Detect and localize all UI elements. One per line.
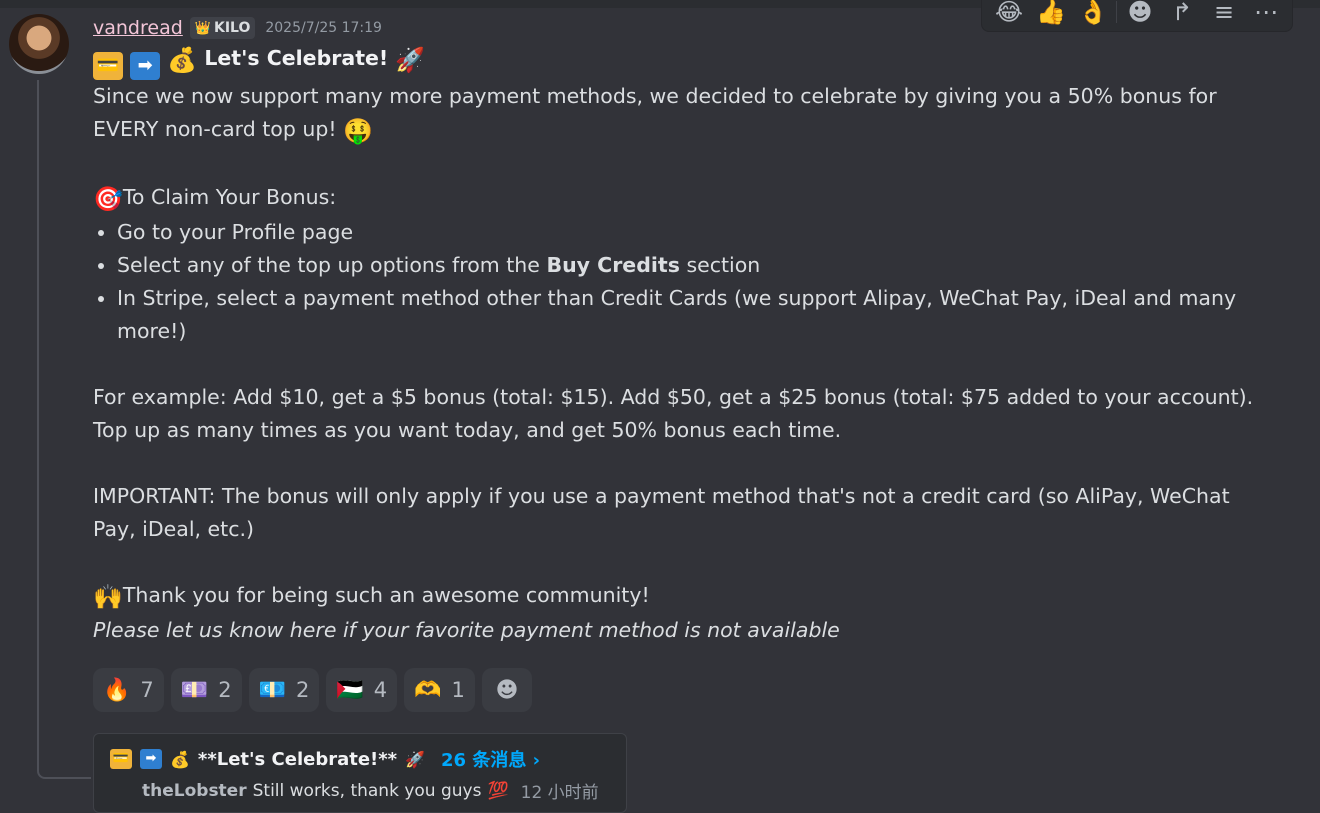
thread-last-time: 12 小时前 bbox=[520, 783, 599, 803]
thread-icon: ≡ bbox=[1213, 0, 1235, 26]
reaction-count: 2 bbox=[295, 678, 310, 702]
list-item: In Stripe, select a payment method other… bbox=[117, 282, 1273, 348]
step-bold-text: Buy Credits bbox=[546, 253, 680, 277]
money-mouth-emoji-icon: 🤑 bbox=[343, 117, 374, 145]
step-text: Select any of the top up options from th… bbox=[117, 253, 547, 277]
thread-connector-line bbox=[37, 80, 91, 779]
avatar[interactable] bbox=[9, 14, 69, 74]
reaction-flag[interactable]: 🇵🇸 4 bbox=[326, 668, 398, 712]
claim-heading-line: 🎯To Claim Your Bonus: bbox=[93, 181, 1273, 216]
example-paragraph: For example: Add $10, get a $5 bonus (to… bbox=[93, 385, 1254, 442]
add-reaction-icon: ☻ bbox=[1127, 0, 1153, 26]
pound-banknote-emoji-icon: 💷 bbox=[180, 677, 209, 703]
thread-preview[interactable]: 💳 ➡ 💰 **Let's Celebrate!** 🚀 26 条消息 › th… bbox=[93, 733, 627, 813]
claim-heading: To Claim Your Bonus: bbox=[122, 185, 337, 209]
reactions-bar: 🔥 7 💷 2 💶 2 🇵🇸 4 🫶 1 ☻ bbox=[93, 668, 532, 712]
thanks-text: Thank you for being such an awesome comm… bbox=[122, 583, 650, 607]
rocket-emoji-icon: 🚀 bbox=[405, 749, 425, 769]
reaction-count: 1 bbox=[451, 678, 465, 702]
reaction-euro[interactable]: 💶 2 bbox=[248, 668, 320, 712]
steps-list: Go to your Profile page Select any of th… bbox=[93, 216, 1273, 348]
list-item: Select any of the top up options from th… bbox=[117, 249, 1273, 282]
ok-hand-emoji-icon: 👌 bbox=[1078, 0, 1108, 26]
thread-message-count-link[interactable]: 26 条消息 › bbox=[441, 746, 540, 772]
money-bag-emoji-icon: 💰 bbox=[167, 46, 198, 74]
footer-line: Please let us know here if your favorite… bbox=[93, 614, 1273, 647]
footer-italic-text: Please let us know here if your favorite… bbox=[93, 618, 840, 642]
money-bag-emoji-icon: 💰 bbox=[170, 749, 190, 769]
reaction-pound[interactable]: 💷 2 bbox=[170, 668, 242, 712]
thread-last-user[interactable]: theLobster bbox=[142, 781, 247, 801]
more-icon: ⋯ bbox=[1254, 0, 1278, 26]
create-thread-button[interactable]: ≡ bbox=[1203, 0, 1245, 30]
important-paragraph: IMPORTANT: The bonus will only apply if … bbox=[93, 484, 1230, 541]
step-text: In Stripe, select a payment method other… bbox=[117, 286, 1237, 343]
quick-reaction-joy[interactable]: 😂 bbox=[988, 0, 1030, 30]
step-text: Go to your Profile page bbox=[117, 220, 354, 244]
add-reaction-icon: ☻ bbox=[495, 677, 519, 703]
right-arrow-emoji-icon: ➡ bbox=[140, 749, 162, 769]
raised-hands-emoji-icon: 🙌 bbox=[93, 583, 123, 611]
crown-icon: 👑 bbox=[194, 20, 211, 36]
message-toolbar: 😂 👍 👌 ☻ ↱ ≡ ⋯ bbox=[981, 0, 1293, 32]
message-content: 💳 ➡ 💰 Let's Celebrate! 🚀 Since we now su… bbox=[93, 42, 1273, 647]
credit-card-emoji-icon: 💳 bbox=[93, 52, 123, 80]
right-arrow-emoji-icon: ➡ bbox=[130, 52, 161, 80]
flag-emoji-icon: 🇵🇸 bbox=[336, 677, 364, 703]
add-reaction-button[interactable]: ☻ bbox=[1119, 0, 1161, 30]
add-reaction-button[interactable]: ☻ bbox=[481, 668, 532, 712]
announcement-title: Let's Celebrate! bbox=[204, 46, 389, 70]
quick-reaction-thumbsup[interactable]: 👍 bbox=[1030, 0, 1072, 30]
thread-title: **Let's Celebrate!** bbox=[197, 748, 398, 770]
thread-last-message: theLobster Still works, thank you guys 💯… bbox=[142, 778, 599, 804]
joy-emoji-icon: 😂 bbox=[994, 0, 1024, 26]
credit-card-emoji-icon: 💳 bbox=[110, 749, 132, 769]
reaction-count: 7 bbox=[140, 678, 154, 702]
toolbar-divider bbox=[1116, 1, 1117, 23]
target-emoji-icon: 🎯 bbox=[93, 185, 123, 213]
intro-paragraph: Since we now support many more payment m… bbox=[93, 80, 1273, 148]
guild-tag[interactable]: 👑 KILO bbox=[189, 17, 256, 39]
heart-hands-emoji-icon: 🫶 bbox=[414, 677, 442, 703]
reaction-heart-hands[interactable]: 🫶 1 bbox=[404, 668, 475, 712]
list-item: Go to your Profile page bbox=[117, 216, 1273, 249]
announcement-title-line: 💳 ➡ 💰 Let's Celebrate! 🚀 bbox=[93, 42, 1273, 80]
thread-title-row: 💳 ➡ 💰 **Let's Celebrate!** 🚀 26 条消息 › bbox=[110, 746, 540, 772]
intro-text: Since we now support many more payment m… bbox=[93, 84, 1217, 141]
thanks-line: 🙌Thank you for being such an awesome com… bbox=[93, 579, 1273, 614]
guild-tag-label: KILO bbox=[213, 20, 251, 36]
fire-emoji-icon: 🔥 bbox=[103, 677, 131, 703]
rocket-emoji-icon: 🚀 bbox=[395, 46, 426, 74]
timestamp: 2025/7/25 17:19 bbox=[265, 20, 382, 36]
hundred-points-emoji-icon: 💯 bbox=[487, 780, 509, 801]
thread-last-text: Still works, thank you guys bbox=[252, 780, 482, 801]
thumbs-up-emoji-icon: 👍 bbox=[1036, 0, 1066, 26]
reply-button[interactable]: ↱ bbox=[1161, 0, 1203, 30]
reaction-fire[interactable]: 🔥 7 bbox=[93, 668, 164, 712]
reply-icon: ↱ bbox=[1171, 0, 1193, 26]
step-text: section bbox=[679, 253, 761, 277]
more-options-button[interactable]: ⋯ bbox=[1245, 0, 1287, 30]
username[interactable]: vandread bbox=[93, 17, 183, 39]
quick-reaction-ok[interactable]: 👌 bbox=[1072, 0, 1114, 30]
message-header: vandread 👑 KILO 2025/7/25 17:19 bbox=[93, 14, 382, 42]
reaction-count: 2 bbox=[218, 678, 232, 702]
euro-banknote-emoji-icon: 💶 bbox=[258, 677, 286, 703]
reaction-count: 4 bbox=[373, 678, 388, 702]
